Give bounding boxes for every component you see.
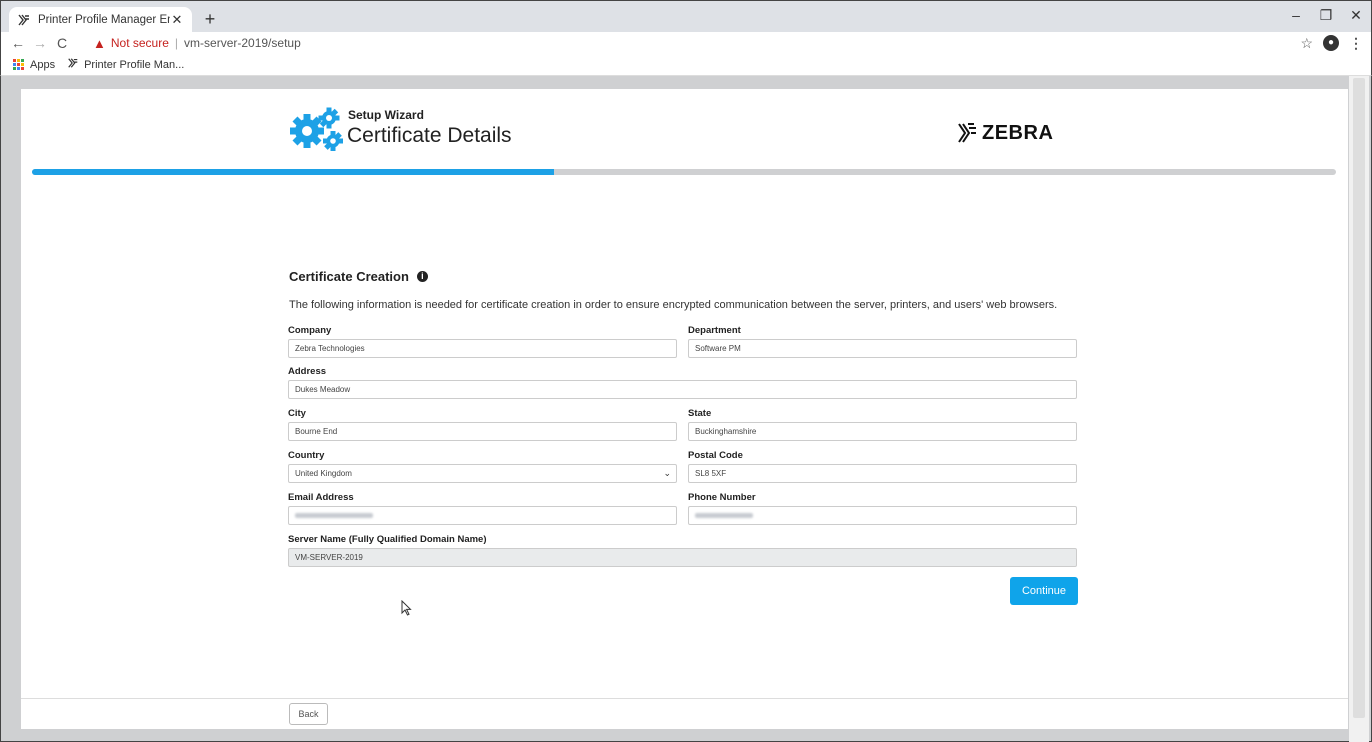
address-group: Address Dukes Meadow: [288, 366, 1077, 399]
email-group: Email Address: [288, 492, 677, 525]
company-group: Company Zebra Technologies: [288, 325, 677, 358]
postal-code-field[interactable]: SL8 5XF: [688, 464, 1077, 483]
zebra-icon: [67, 57, 79, 72]
url-separator: |: [174, 36, 179, 50]
phone-label: Phone Number: [688, 492, 756, 503]
zebra-logo: ZEBRA: [956, 118, 1053, 148]
tab-title: Printer Profile Manager Enterpris: [38, 14, 170, 26]
department-label: Department: [688, 325, 741, 336]
phone-group: Phone Number: [688, 492, 1077, 525]
department-field[interactable]: Software PM: [688, 339, 1077, 358]
url-text: vm-server-2019/setup: [184, 36, 301, 50]
page-viewport: Setup Wizard Certificate Details ZEBRA C…: [0, 76, 1372, 742]
page-title: Certificate Details: [347, 124, 512, 147]
server-name-field: VM-SERVER-2019: [288, 548, 1077, 567]
address-bar[interactable]: ▲ Not secure | vm-server-2019/setup: [93, 32, 301, 54]
section-title-text: Certificate Creation: [289, 269, 409, 284]
apps-grid-icon: [13, 58, 25, 71]
back-button[interactable]: Back: [289, 703, 328, 725]
server-name-group: Server Name (Fully Qualified Domain Name…: [288, 534, 1077, 567]
not-secure-label: Not secure: [110, 36, 169, 50]
wizard-progress-bar: [32, 169, 1336, 175]
country-selected-value: United Kingdom: [295, 469, 352, 478]
state-label: State: [688, 408, 712, 419]
browser-tabstrip: Printer Profile Manager Enterpris ✕ + – …: [0, 0, 1372, 33]
info-icon[interactable]: i: [416, 271, 428, 282]
close-tab-icon[interactable]: ✕: [170, 12, 184, 28]
wizard-subtitle: Setup Wizard: [348, 108, 424, 122]
address-field[interactable]: Dukes Meadow: [288, 380, 1077, 399]
continue-button[interactable]: Continue: [1010, 577, 1078, 605]
star-icon[interactable]: ☆: [1300, 35, 1313, 52]
section-title: Certificate Creation i: [289, 269, 428, 284]
profile-avatar-icon[interactable]: ●: [1323, 35, 1339, 51]
bookmarks-bar: Apps Printer Profile Man...: [0, 54, 1372, 76]
redacted-email: [295, 513, 373, 519]
menu-kebab-icon[interactable]: ⋮: [1349, 35, 1363, 52]
setup-page: Setup Wizard Certificate Details ZEBRA C…: [21, 89, 1348, 729]
brand-name: ZEBRA: [982, 121, 1054, 144]
scrollbar-thumb[interactable]: [1353, 78, 1365, 718]
restore-icon[interactable]: ❐: [1311, 7, 1341, 24]
page-scrollbar[interactable]: [1349, 76, 1369, 742]
warning-icon: ▲: [93, 35, 106, 51]
state-field[interactable]: Buckinghamshire: [688, 422, 1077, 441]
address-label: Address: [288, 366, 327, 377]
minimize-icon[interactable]: –: [1281, 7, 1311, 23]
progress-fill: [32, 169, 554, 175]
bookmark-printer-profile[interactable]: Printer Profile Man...: [67, 57, 184, 72]
close-window-icon[interactable]: ✕: [1341, 7, 1371, 24]
country-group: Country United Kingdom ⌄: [288, 450, 677, 483]
state-group: State Buckinghamshire: [688, 408, 1077, 441]
phone-field[interactable]: [688, 506, 1077, 525]
city-field[interactable]: Bourne End: [288, 422, 677, 441]
email-field[interactable]: [288, 506, 677, 525]
bookmark-label: Printer Profile Man...: [84, 58, 185, 71]
country-label: Country: [288, 450, 325, 461]
zebra-icon: [17, 13, 31, 27]
new-tab-button[interactable]: +: [199, 8, 221, 30]
company-label: Company: [288, 325, 332, 336]
postal-code-group: Postal Code SL8 5XF: [688, 450, 1077, 483]
city-label: City: [288, 408, 306, 419]
forward-arrow-icon[interactable]: →: [29, 35, 51, 51]
country-select[interactable]: United Kingdom ⌄: [288, 464, 677, 483]
gears-icon: [290, 107, 343, 151]
redacted-phone: [695, 513, 753, 519]
company-field[interactable]: Zebra Technologies: [288, 339, 677, 358]
email-label: Email Address: [288, 492, 354, 503]
bookmark-apps[interactable]: Apps: [13, 58, 56, 71]
browser-toolbar: ← → C ▲ Not secure | vm-server-2019/setu…: [0, 32, 1372, 54]
zebra-head-icon: [958, 123, 976, 143]
bookmark-label: Apps: [30, 58, 56, 71]
server-name-label: Server Name (Fully Qualified Domain Name…: [288, 534, 487, 545]
footer-divider: [21, 698, 1348, 699]
browser-tab[interactable]: Printer Profile Manager Enterpris ✕: [9, 7, 192, 33]
department-group: Department Software PM: [688, 325, 1077, 358]
chevron-down-icon: ⌄: [663, 468, 671, 478]
reload-icon[interactable]: C: [51, 35, 73, 51]
postal-code-label: Postal Code: [688, 450, 743, 461]
section-description: The following information is needed for …: [289, 299, 1058, 311]
city-group: City Bourne End: [288, 408, 677, 441]
back-arrow-icon[interactable]: ←: [7, 35, 29, 51]
mouse-cursor-icon: [401, 600, 412, 616]
